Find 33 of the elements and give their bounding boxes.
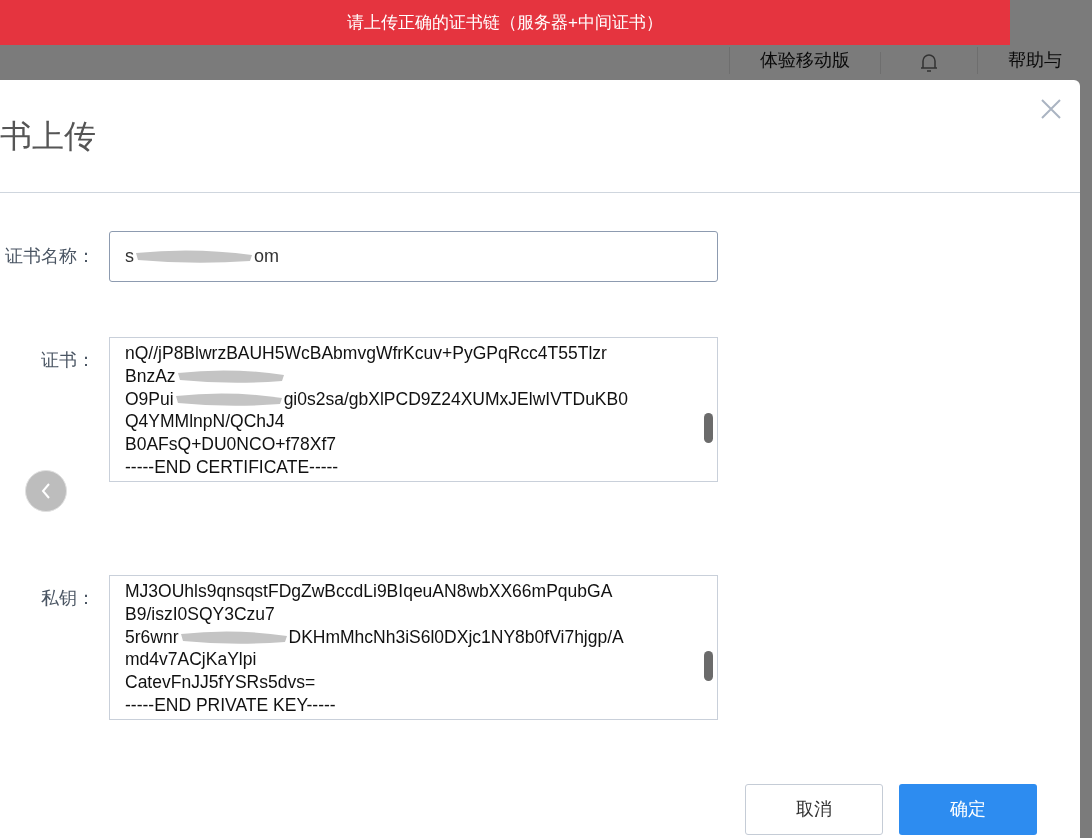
code-line: CatevFnJJ5fYSRs5dvs= — [125, 671, 316, 694]
dialog-title: 书上传 — [0, 117, 96, 156]
header-link[interactable]: 体验移动版 — [729, 47, 880, 74]
bell-icon[interactable] — [919, 52, 939, 74]
code-line: gi0s2sa/gbXlPCD9Z24XUMxJElwIVTDuKB0 — [283, 387, 628, 411]
field-label: 私钥： — [40, 587, 95, 610]
code-line: md4v7ACjKaYlpi — [125, 648, 257, 672]
scrollbar-thumb[interactable] — [704, 413, 713, 443]
field-value: om — [254, 244, 279, 268]
scrollbar-thumb[interactable] — [704, 651, 713, 681]
name-input-field[interactable]: s om — [109, 230, 718, 282]
field-label: 证书名称： — [4, 244, 95, 268]
field-label: 证书： — [40, 349, 95, 372]
code-line: BnzAz — [125, 364, 176, 388]
code-line: -----END PRIVATE KEY----- — [125, 694, 336, 717]
error-toast: 请上传正确的证书链（服务器+中间证书） — [0, 0, 1010, 45]
code-line: B9/iszI0SQY3Czu7 — [125, 602, 275, 626]
back-button[interactable] — [25, 470, 67, 512]
text-area[interactable]: nQ//jP8BlwrzBAUH5WcBAbmvgWfrKcuv+PyGPqRcc4T55Tlzr BnzAz O9Pui gi0s2sa/gbXlPCD9Z24XUMxJElwIVTDuKB0 Q4YMMlnpN/QChJ4 B0AFsQ+DU0NCO+f78Xf7 -----END CERTIFICATE----- — [109, 337, 718, 482]
close-icon[interactable] — [1040, 98, 1062, 120]
code-line: -----END CERTIFICATE----- — [125, 456, 339, 479]
code-line: O9Pui — [125, 387, 174, 411]
code-line: 5r6wnr — [125, 625, 179, 649]
text-area[interactable]: MJ3OUhls9qnsqstFDgZwBccdLi9BIqeuAN8wbXX66mPqubGA B9/iszI0SQY3Czu7 5r6wnr DKHmMhcNh3iS6l0DXjc1NY8b0fVi7hjgp/A md4v7ACjKaYlpi CatevFnJJ5fYSRs5dvs= -----END PRIVATE KEY----- — [109, 575, 718, 720]
code-line: B0AFsQ+DU0NCO+f78Xf7 — [125, 433, 337, 456]
code-line: nQ//jP8BlwrzBAUH5WcBAbmvgWfrKcuv+PyGPqRcc4T55Tlzr — [125, 342, 607, 365]
header-link[interactable]: 帮助与 — [977, 47, 1092, 74]
cancel-button[interactable]: 取消 — [745, 784, 883, 835]
chevron-left-icon — [41, 483, 51, 499]
code-line: MJ3OUhls9qnsqstFDgZwBccdLi9BIqeuAN8wbXX66mPqubGA — [125, 580, 613, 603]
field-value: s — [125, 244, 134, 268]
code-line: Q4YMMlnpN/QChJ4 — [125, 410, 285, 434]
code-line: DKHmMhcNh3iS6l0DXjc1NY8b0fVi7hjgp/A — [288, 625, 624, 649]
